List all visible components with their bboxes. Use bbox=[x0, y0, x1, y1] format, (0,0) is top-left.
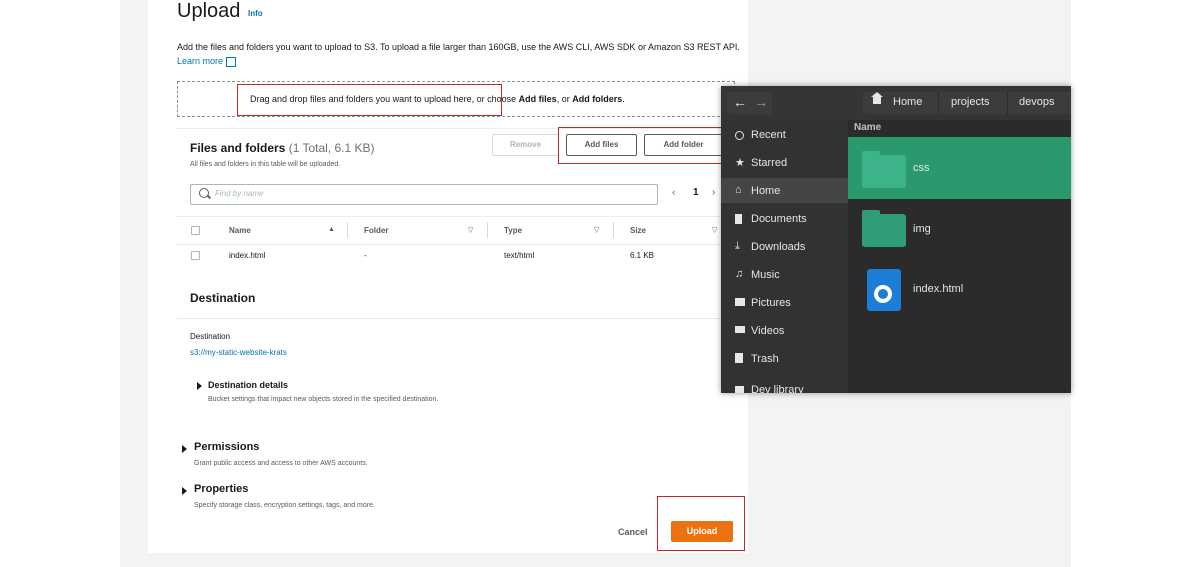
sidebar-item-music[interactable]: Music bbox=[751, 269, 780, 281]
column-header-type[interactable]: Type bbox=[504, 226, 522, 235]
path-projects[interactable]: projects bbox=[951, 96, 990, 108]
sidebar-item-trash[interactable]: Trash bbox=[751, 353, 779, 365]
properties-toggle[interactable]: Properties bbox=[194, 483, 248, 495]
files-folders-subtitle: All files and folders in this table will… bbox=[190, 161, 341, 168]
music-icon: ♫ bbox=[735, 268, 744, 280]
page-next-button[interactable]: › bbox=[712, 187, 715, 198]
sort-icon[interactable]: ▽ bbox=[712, 226, 717, 234]
select-all-checkbox[interactable] bbox=[191, 226, 200, 235]
files-count: (1 Total, 6.1 KB) bbox=[288, 141, 375, 155]
file-name-index-html[interactable]: index.html bbox=[913, 283, 963, 295]
destination-divider bbox=[177, 318, 733, 319]
row-name: index.html bbox=[229, 251, 266, 260]
star-icon: ★ bbox=[735, 157, 745, 169]
clock-icon bbox=[735, 131, 744, 140]
learn-more-link[interactable]: Learn more bbox=[177, 56, 223, 66]
home-icon bbox=[871, 92, 883, 104]
cancel-button[interactable]: Cancel bbox=[618, 527, 648, 537]
page-title: Upload bbox=[177, 0, 241, 22]
sidebar-item-recent[interactable]: Recent bbox=[751, 129, 786, 141]
picture-icon bbox=[735, 298, 745, 306]
video-icon bbox=[735, 326, 745, 333]
destination-link[interactable]: s3://my-static-website-krats bbox=[190, 348, 287, 357]
sort-icon[interactable]: ▽ bbox=[594, 226, 599, 234]
page-number[interactable]: 1 bbox=[693, 187, 699, 198]
path-devops[interactable]: devops bbox=[1019, 96, 1054, 108]
sidebar-item-dev-library[interactable]: Dev library bbox=[751, 384, 804, 393]
sidebar-item-downloads[interactable]: Downloads bbox=[751, 241, 805, 253]
page-prev-button[interactable]: ‹ bbox=[672, 187, 675, 198]
column-header-size[interactable]: Size bbox=[630, 226, 646, 235]
destination-details-toggle[interactable]: Destination details bbox=[208, 380, 288, 390]
highlight-add-buttons bbox=[558, 127, 728, 164]
permissions-toggle[interactable]: Permissions bbox=[194, 441, 259, 453]
expand-caret-icon[interactable] bbox=[182, 445, 187, 453]
trash-icon bbox=[735, 353, 743, 363]
properties-subtitle: Specify storage class, encryption settin… bbox=[194, 502, 375, 509]
file-name-css[interactable]: css bbox=[913, 162, 930, 174]
right-margin bbox=[1071, 0, 1191, 567]
sort-icon[interactable]: ▽ bbox=[468, 226, 473, 234]
path-home[interactable]: Home bbox=[893, 96, 922, 108]
globe-icon bbox=[874, 285, 892, 303]
left-margin bbox=[0, 0, 120, 567]
column-separator bbox=[347, 222, 348, 238]
column-header-name[interactable]: Name bbox=[854, 122, 881, 133]
search-placeholder: Find by name bbox=[215, 189, 264, 198]
sidebar-item-documents[interactable]: Documents bbox=[751, 213, 807, 225]
column-separator bbox=[613, 222, 614, 238]
home-icon: ⌂ bbox=[735, 184, 742, 196]
row-folder: - bbox=[364, 251, 367, 260]
external-link-icon bbox=[226, 56, 237, 67]
path-separator bbox=[938, 92, 939, 114]
row-size: 6.1 KB bbox=[630, 251, 655, 260]
back-arrow-icon[interactable]: ← bbox=[733, 94, 747, 110]
forward-arrow-icon[interactable]: → bbox=[754, 94, 768, 110]
destination-title: Destination bbox=[190, 291, 256, 305]
row-checkbox[interactable] bbox=[191, 251, 200, 260]
expand-caret-icon[interactable] bbox=[197, 382, 202, 390]
folder-icon bbox=[862, 210, 906, 247]
sidebar-item-starred[interactable]: Starred bbox=[751, 157, 787, 169]
path-separator bbox=[1007, 92, 1008, 114]
table-top-line bbox=[177, 216, 733, 217]
table-header-line bbox=[177, 244, 733, 245]
info-link[interactable]: Info bbox=[248, 9, 263, 18]
destination-label: Destination bbox=[190, 332, 231, 341]
sort-ascending-icon[interactable]: ▲ bbox=[328, 226, 335, 233]
column-header-name[interactable]: Name bbox=[229, 226, 251, 235]
row-type: text/html bbox=[504, 251, 535, 260]
highlight-drop-text bbox=[237, 84, 502, 116]
sidebar-item-videos[interactable]: Videos bbox=[751, 325, 784, 337]
expand-caret-icon[interactable] bbox=[182, 487, 187, 495]
permissions-subtitle: Grant public access and access to other … bbox=[194, 460, 368, 467]
highlight-upload-button bbox=[657, 496, 745, 551]
remove-button[interactable]: Remove bbox=[492, 134, 559, 156]
page-description: Add the files and folders you want to up… bbox=[177, 40, 742, 68]
library-icon bbox=[735, 386, 744, 393]
description-text: Add the files and folders you want to up… bbox=[177, 42, 740, 52]
search-icon bbox=[199, 188, 209, 198]
destination-details-subtitle: Bucket settings that impact new objects … bbox=[208, 396, 439, 403]
download-icon: ⤓ bbox=[735, 240, 740, 252]
sidebar-item-home[interactable]: Home bbox=[751, 185, 780, 197]
document-icon bbox=[735, 214, 742, 224]
column-separator bbox=[487, 222, 488, 238]
folder-icon bbox=[862, 151, 906, 188]
files-folders-title: Files and folders (1 Total, 6.1 KB) bbox=[190, 141, 375, 155]
column-header-folder[interactable]: Folder bbox=[364, 226, 388, 235]
sidebar-item-pictures[interactable]: Pictures bbox=[751, 297, 791, 309]
file-name-img[interactable]: img bbox=[913, 223, 931, 235]
